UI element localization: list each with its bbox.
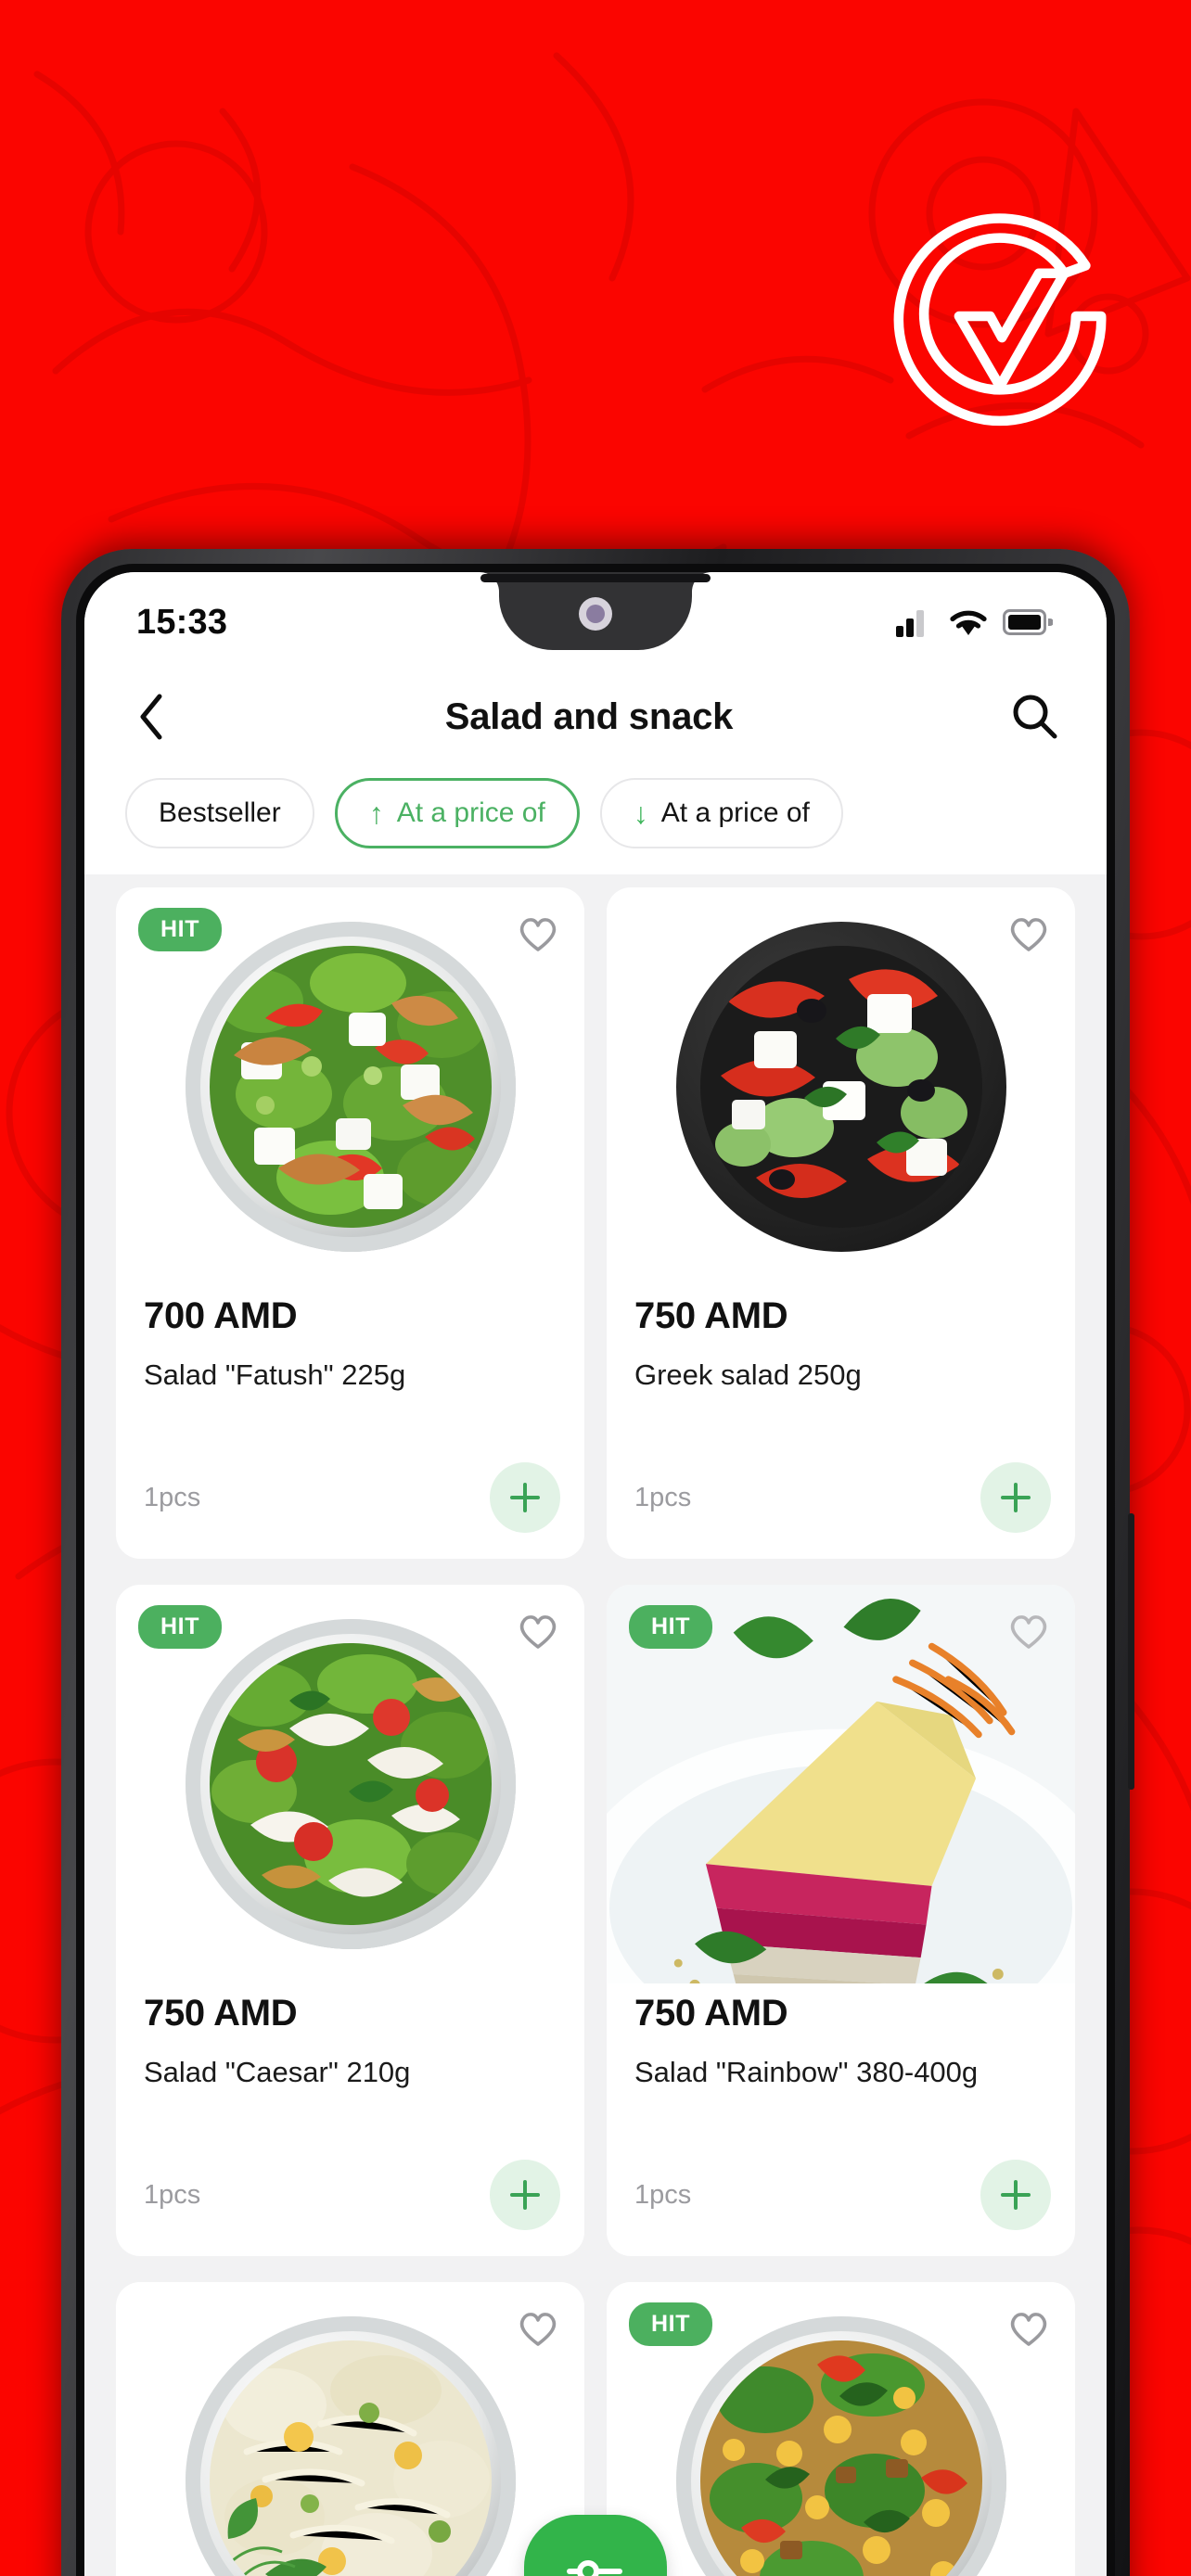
- heart-outline-icon: [519, 2313, 557, 2346]
- product-name: Salad "Fatush" 225g: [144, 1358, 406, 1391]
- page-title: Salad and snack: [444, 695, 734, 737]
- hit-badge: HIT: [138, 908, 223, 951]
- status-icons: [895, 607, 1053, 637]
- plus-icon: [510, 2180, 540, 2210]
- chevron-left-icon: [140, 694, 162, 740]
- product-image: [607, 887, 1075, 1286]
- favorite-button[interactable]: [1003, 1605, 1055, 1657]
- product-footer: 1pcs: [634, 2160, 1051, 2230]
- hit-badge: HIT: [138, 1605, 223, 1649]
- filter-chips: Bestseller ↑ At a price of ↓ At a price …: [84, 761, 1107, 874]
- product-price: 700 AMD: [144, 1295, 298, 1336]
- favorite-button[interactable]: [512, 908, 564, 960]
- heart-outline-icon: [519, 918, 557, 951]
- product-card[interactable]: HIT: [607, 2282, 1075, 2576]
- phone-bezel: 15:33 Salad and snack Bestseller ↑ At a …: [76, 564, 1115, 2576]
- product-image: HIT: [116, 1585, 584, 1983]
- cellular-signal-icon: [896, 610, 924, 637]
- fatush-salad-photo: [185, 922, 516, 1252]
- chip-label: At a price of: [660, 797, 810, 828]
- product-price: 750 AMD: [634, 1295, 788, 1336]
- caesar-salad-photo: [185, 1619, 516, 1949]
- product-quantity: 1pcs: [144, 2179, 201, 2210]
- earpiece-speaker: [480, 574, 711, 582]
- chip-bestseller[interactable]: Bestseller: [125, 778, 314, 848]
- heart-outline-icon: [1010, 1615, 1047, 1649]
- product-price: 750 AMD: [144, 1993, 298, 2034]
- sliders-filter-icon: [567, 2560, 622, 2576]
- product-footer: 1pcs: [144, 2160, 560, 2230]
- search-icon: [1013, 695, 1057, 739]
- product-info: 750 AMD Greek salad 250g 1pcs: [607, 1286, 1075, 1559]
- chip-label: Bestseller: [159, 797, 281, 828]
- favorite-button[interactable]: [1003, 908, 1055, 960]
- vegetable-salad-photo: [675, 2316, 1006, 2576]
- product-card[interactable]: HIT: [116, 1585, 584, 2256]
- status-bar: 15:33: [84, 572, 1107, 672]
- product-info: 750 AMD Salad "Rainbow" 380-400g 1pcs: [607, 1983, 1075, 2256]
- volume-rocker[interactable]: [1128, 1513, 1134, 1790]
- product-quantity: 1pcs: [144, 1482, 201, 1512]
- product-image: HIT: [607, 1585, 1075, 1983]
- product-image: HIT: [116, 887, 584, 1286]
- add-to-cart-button[interactable]: [980, 2160, 1051, 2230]
- product-footer: 1pcs: [634, 1462, 1051, 1533]
- product-image: HIT: [607, 2282, 1075, 2576]
- arrow-up-icon: ↑: [368, 797, 384, 830]
- heart-outline-icon: [1010, 918, 1047, 951]
- filter-fab-button[interactable]: [524, 2515, 667, 2576]
- product-card[interactable]: 750 AMD Greek salad 250g 1pcs: [607, 887, 1075, 1559]
- product-image: [116, 2282, 584, 2576]
- product-card[interactable]: [116, 2282, 584, 2576]
- chip-price-ascending[interactable]: ↑ At a price of: [334, 778, 580, 848]
- favorite-button[interactable]: [512, 1605, 564, 1657]
- add-to-cart-button[interactable]: [490, 1462, 560, 1533]
- promo-screenshot: 15:33 Salad and snack Bestseller ↑ At a …: [0, 0, 1191, 2576]
- product-price: 750 AMD: [634, 1993, 788, 2034]
- product-card[interactable]: HIT: [607, 1585, 1075, 2256]
- battery-full-icon: [1003, 609, 1053, 635]
- product-name: Salad "Caesar" 210g: [144, 2056, 411, 2088]
- search-button[interactable]: [1008, 690, 1062, 744]
- greek-salad-photo: [675, 922, 1006, 1252]
- heart-outline-icon: [1010, 2313, 1047, 2346]
- add-to-cart-button[interactable]: [490, 2160, 560, 2230]
- wifi-icon: [950, 610, 987, 635]
- product-card[interactable]: HIT: [116, 887, 584, 1559]
- product-grid[interactable]: HIT 700 AMD Salad "Fatush" 225g 1pcs 750…: [84, 874, 1107, 2576]
- phone-screen: 15:33 Salad and snack Bestseller ↑ At a …: [84, 572, 1107, 2576]
- chip-price-descending[interactable]: ↓ At a price of: [599, 778, 843, 848]
- favorite-button[interactable]: [512, 2302, 564, 2354]
- status-time: 15:33: [136, 602, 228, 642]
- product-footer: 1pcs: [144, 1462, 560, 1533]
- arrow-down-icon: ↓: [633, 797, 648, 830]
- heart-outline-icon: [519, 1615, 557, 1649]
- favorite-button[interactable]: [1003, 2302, 1055, 2354]
- add-to-cart-button[interactable]: [980, 1462, 1051, 1533]
- olivier-salad-photo: [185, 2316, 516, 2576]
- phone-device: 15:33 Salad and snack Bestseller ↑ At a …: [61, 549, 1134, 2576]
- product-info: 700 AMD Salad "Fatush" 225g 1pcs: [116, 1286, 584, 1559]
- hit-badge: HIT: [629, 2302, 713, 2346]
- product-quantity: 1pcs: [634, 1482, 692, 1512]
- hit-badge: HIT: [629, 1605, 713, 1649]
- product-name: Salad "Rainbow" 380-400g: [634, 2056, 979, 2088]
- plus-icon: [510, 1483, 540, 1512]
- nav-bar: Salad and snack: [84, 672, 1107, 761]
- brand-logo: [893, 213, 1107, 427]
- plus-icon: [1001, 2180, 1031, 2210]
- plus-icon: [1001, 1483, 1031, 1512]
- product-quantity: 1pcs: [634, 2179, 692, 2210]
- chip-label: At a price of: [396, 797, 545, 828]
- product-info: 750 AMD Salad "Caesar" 210g 1pcs: [116, 1983, 584, 2256]
- product-name: Greek salad 250g: [634, 1358, 862, 1391]
